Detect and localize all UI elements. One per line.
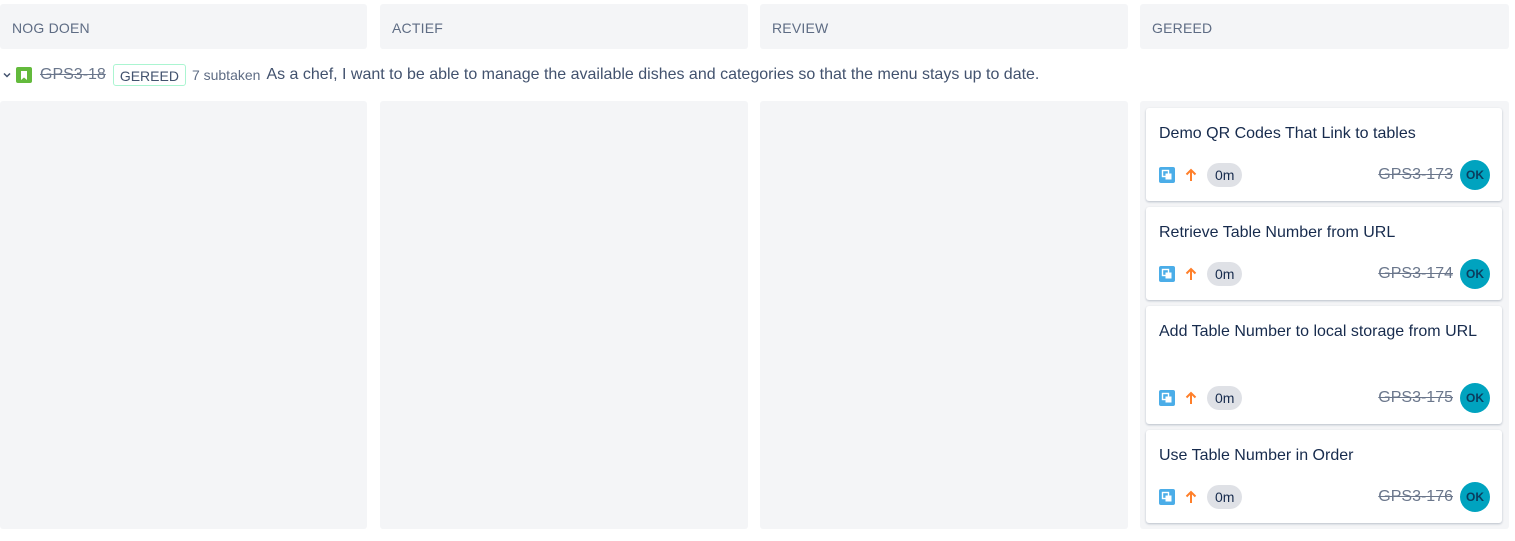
column-header-done[interactable]: GEREED bbox=[1140, 4, 1509, 49]
column-title: ACTIEF bbox=[392, 20, 443, 36]
column-body-review bbox=[760, 101, 1128, 529]
priority-high-icon bbox=[1185, 167, 1197, 183]
swimlane-header[interactable]: GPS3-18 GEREED 7 subtaken As a chef, I w… bbox=[0, 63, 1500, 87]
column-header-review[interactable]: REVIEW bbox=[760, 4, 1128, 49]
time-estimate-badge: 0m bbox=[1207, 262, 1243, 286]
column-body-todo bbox=[0, 101, 367, 529]
story-bookmark-icon bbox=[16, 67, 32, 83]
story-summary: As a chef, I want to be able to manage t… bbox=[266, 66, 1040, 83]
priority-high-icon bbox=[1185, 266, 1197, 282]
column-title: GEREED bbox=[1152, 20, 1213, 36]
column-header-active[interactable]: ACTIEF bbox=[380, 4, 748, 49]
avatar[interactable]: OK bbox=[1460, 160, 1490, 190]
card-title: Retrieve Table Number from URL bbox=[1159, 224, 1396, 241]
priority-high-icon bbox=[1185, 489, 1197, 505]
subtask-count: 7 subtaken bbox=[191, 67, 261, 83]
issue-key-link[interactable]: GPS3-176 bbox=[1378, 488, 1453, 506]
issue-card[interactable]: Retrieve Table Number from URL 0m GPS3-1… bbox=[1146, 207, 1502, 300]
issue-card[interactable]: Demo QR Codes That Link to tables 0m GPS… bbox=[1146, 108, 1502, 201]
time-estimate-badge: 0m bbox=[1207, 386, 1243, 410]
avatar[interactable]: OK bbox=[1460, 482, 1490, 512]
card-title: Add Table Number to local storage from U… bbox=[1159, 323, 1478, 340]
issue-card[interactable]: Use Table Number in Order 0m GPS3-176 OK bbox=[1146, 430, 1502, 523]
priority-high-icon bbox=[1185, 390, 1197, 406]
issue-key-link[interactable]: GPS3-173 bbox=[1378, 166, 1453, 184]
card-title: Use Table Number in Order bbox=[1159, 447, 1354, 464]
issue-key-link[interactable]: GPS3-175 bbox=[1378, 389, 1453, 407]
column-title: NOG DOEN bbox=[12, 20, 90, 36]
avatar[interactable]: OK bbox=[1460, 259, 1490, 289]
subtask-icon bbox=[1159, 266, 1175, 282]
chevron-down-icon[interactable] bbox=[0, 68, 14, 82]
column-header-todo[interactable]: NOG DOEN bbox=[0, 4, 367, 49]
column-body-active bbox=[380, 101, 748, 529]
subtask-icon bbox=[1159, 489, 1175, 505]
subtask-icon bbox=[1159, 167, 1175, 183]
time-estimate-badge: 0m bbox=[1207, 163, 1243, 187]
avatar[interactable]: OK bbox=[1460, 383, 1490, 413]
story-key-link[interactable]: GPS3-18 bbox=[40, 66, 106, 84]
subtask-icon bbox=[1159, 390, 1175, 406]
time-estimate-badge: 0m bbox=[1207, 485, 1243, 509]
card-title: Demo QR Codes That Link to tables bbox=[1159, 125, 1416, 142]
status-badge: GEREED bbox=[112, 64, 186, 86]
issue-card[interactable]: Add Table Number to local storage from U… bbox=[1146, 306, 1502, 424]
column-title: REVIEW bbox=[772, 20, 829, 36]
issue-key-link[interactable]: GPS3-174 bbox=[1378, 265, 1453, 283]
